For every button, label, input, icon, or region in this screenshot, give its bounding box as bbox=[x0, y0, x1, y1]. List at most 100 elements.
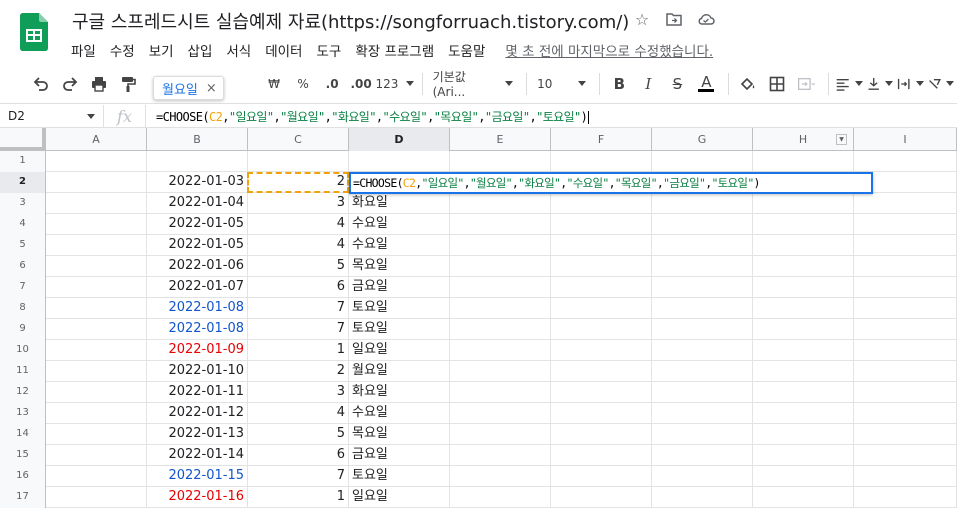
cell-d4[interactable]: 수요일 bbox=[349, 214, 450, 235]
cell-i14[interactable] bbox=[854, 424, 957, 445]
cell-a1[interactable] bbox=[46, 151, 147, 172]
menu-help[interactable]: 도움말 bbox=[441, 38, 492, 62]
column-header-c[interactable]: C bbox=[248, 128, 349, 151]
cell-f7[interactable] bbox=[551, 277, 652, 298]
cell-a10[interactable] bbox=[46, 340, 147, 361]
menu-insert[interactable]: 삽입 bbox=[181, 38, 220, 62]
column-header-g[interactable]: G bbox=[652, 128, 753, 151]
cell-a14[interactable] bbox=[46, 424, 147, 445]
cell-a7[interactable] bbox=[46, 277, 147, 298]
cell-f10[interactable] bbox=[551, 340, 652, 361]
cell-d11[interactable]: 월요일 bbox=[349, 361, 450, 382]
cell-e12[interactable] bbox=[450, 382, 551, 403]
cell-f12[interactable] bbox=[551, 382, 652, 403]
cell-a15[interactable] bbox=[46, 445, 147, 466]
cell-c1[interactable] bbox=[248, 151, 349, 172]
cell-e8[interactable] bbox=[450, 298, 551, 319]
cell-h11[interactable] bbox=[753, 361, 854, 382]
cell-c14[interactable]: 5 bbox=[248, 424, 349, 445]
italic-button[interactable]: I bbox=[635, 70, 661, 98]
cell-c11[interactable]: 2 bbox=[248, 361, 349, 382]
cell-c5[interactable]: 4 bbox=[248, 235, 349, 256]
star-icon[interactable]: ☆ bbox=[633, 10, 651, 29]
cell-h4[interactable] bbox=[753, 214, 854, 235]
cell-h16[interactable] bbox=[753, 466, 854, 487]
cell-h14[interactable] bbox=[753, 424, 854, 445]
cell-h3[interactable] bbox=[753, 193, 854, 214]
move-folder-icon[interactable] bbox=[665, 10, 683, 28]
cloud-status-icon[interactable] bbox=[697, 10, 715, 28]
cell-c6[interactable]: 5 bbox=[248, 256, 349, 277]
cell-e13[interactable] bbox=[450, 403, 551, 424]
row-header[interactable]: 7 bbox=[0, 277, 46, 298]
column-header-f[interactable]: F bbox=[551, 128, 652, 151]
cell-d12[interactable]: 화요일 bbox=[349, 382, 450, 403]
cell-f15[interactable] bbox=[551, 445, 652, 466]
cell-g12[interactable] bbox=[652, 382, 753, 403]
cell-d9[interactable]: 토요일 bbox=[349, 319, 450, 340]
cell-g3[interactable] bbox=[652, 193, 753, 214]
formula-input[interactable]: =CHOOSE(C2,"일요일","월요일","화요일","수요일","목요일"… bbox=[146, 108, 590, 125]
cell-f3[interactable] bbox=[551, 193, 652, 214]
cell-i16[interactable] bbox=[854, 466, 957, 487]
number-format-dropdown[interactable]: 123 bbox=[375, 70, 415, 98]
strikethrough-button[interactable]: S bbox=[664, 70, 690, 98]
cell-a4[interactable] bbox=[46, 214, 147, 235]
cell-g4[interactable] bbox=[652, 214, 753, 235]
font-family-dropdown[interactable]: 기본값 (Ari... bbox=[429, 70, 518, 99]
cell-d5[interactable]: 수요일 bbox=[349, 235, 450, 256]
cell-c9[interactable]: 7 bbox=[248, 319, 349, 340]
cell-g17[interactable] bbox=[652, 487, 753, 508]
row-header[interactable]: 17 bbox=[0, 487, 46, 508]
row-header[interactable]: 15 bbox=[0, 445, 46, 466]
cell-f8[interactable] bbox=[551, 298, 652, 319]
cell-g14[interactable] bbox=[652, 424, 753, 445]
cell-g5[interactable] bbox=[652, 235, 753, 256]
filter-icon[interactable]: ▼ bbox=[836, 134, 847, 145]
column-header-e[interactable]: E bbox=[450, 128, 551, 151]
cell-f16[interactable] bbox=[551, 466, 652, 487]
cell-a16[interactable] bbox=[46, 466, 147, 487]
decrease-decimal-button[interactable]: .0 bbox=[319, 70, 345, 98]
cell-b5[interactable]: 2022-01-05 bbox=[147, 235, 248, 256]
cell-d16[interactable]: 토요일 bbox=[349, 466, 450, 487]
text-color-button[interactable]: A bbox=[693, 70, 719, 98]
text-rotation-icon[interactable] bbox=[927, 70, 955, 98]
cell-g8[interactable] bbox=[652, 298, 753, 319]
cell-i11[interactable] bbox=[854, 361, 957, 382]
cell-e6[interactable] bbox=[450, 256, 551, 277]
horizontal-align-icon[interactable] bbox=[835, 70, 863, 98]
cell-c13[interactable]: 4 bbox=[248, 403, 349, 424]
cell-b3[interactable]: 2022-01-04 bbox=[147, 193, 248, 214]
cell-i10[interactable] bbox=[854, 340, 957, 361]
cell-b16[interactable]: 2022-01-15 bbox=[147, 466, 248, 487]
cell-a17[interactable] bbox=[46, 487, 147, 508]
cell-a9[interactable] bbox=[46, 319, 147, 340]
cell-e10[interactable] bbox=[450, 340, 551, 361]
cell-d3[interactable]: 화요일 bbox=[349, 193, 450, 214]
cell-c10[interactable]: 1 bbox=[248, 340, 349, 361]
column-header-a[interactable]: A bbox=[46, 128, 147, 151]
menu-view[interactable]: 보기 bbox=[142, 38, 181, 62]
cell-c17[interactable]: 1 bbox=[248, 487, 349, 508]
row-header[interactable]: 2 bbox=[0, 172, 46, 193]
cell-c2[interactable]: 2 bbox=[248, 172, 349, 193]
cell-i3[interactable] bbox=[854, 193, 957, 214]
cell-h5[interactable] bbox=[753, 235, 854, 256]
row-header[interactable]: 10 bbox=[0, 340, 46, 361]
cell-b7[interactable]: 2022-01-07 bbox=[147, 277, 248, 298]
document-title[interactable]: 구글 스프레드시트 실습예제 자료(https://songforruach.t… bbox=[72, 8, 629, 34]
percent-format-button[interactable]: % bbox=[290, 70, 316, 98]
cell-a3[interactable] bbox=[46, 193, 147, 214]
cell-c8[interactable]: 7 bbox=[248, 298, 349, 319]
cell-g1[interactable] bbox=[652, 151, 753, 172]
cell-a2[interactable] bbox=[46, 172, 147, 193]
cell-d8[interactable]: 토요일 bbox=[349, 298, 450, 319]
cell-b8[interactable]: 2022-01-08 bbox=[147, 298, 248, 319]
row-header[interactable]: 11 bbox=[0, 361, 46, 382]
merge-cells-icon[interactable] bbox=[793, 70, 819, 98]
cell-e16[interactable] bbox=[450, 466, 551, 487]
currency-format-button[interactable]: ₩ bbox=[261, 70, 287, 98]
cell-d17[interactable]: 일요일 bbox=[349, 487, 450, 508]
cell-i12[interactable] bbox=[854, 382, 957, 403]
